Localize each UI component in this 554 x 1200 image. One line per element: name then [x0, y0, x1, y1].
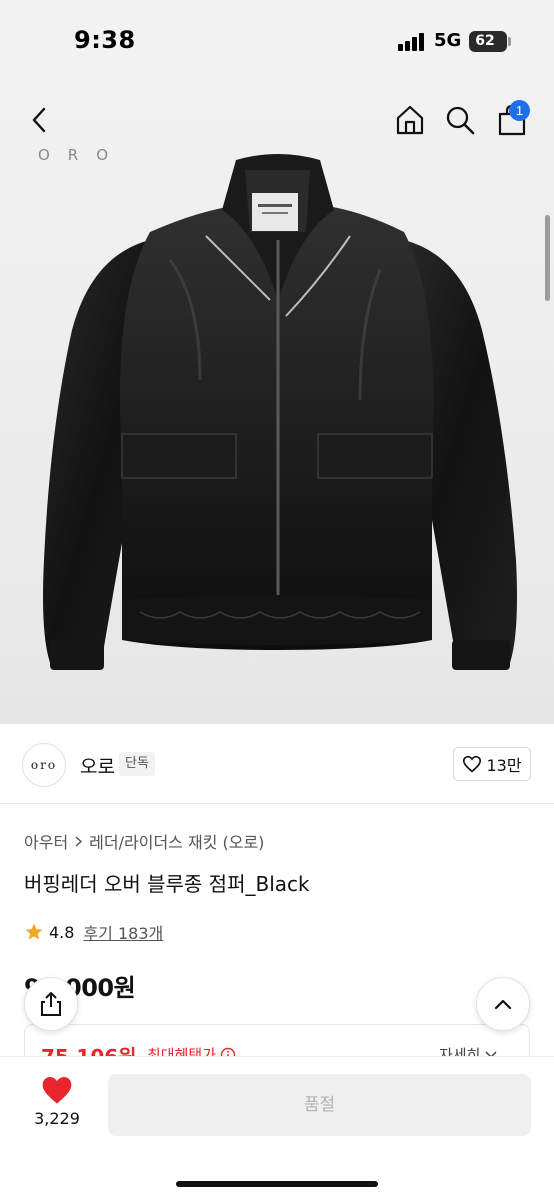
signal-icon: [398, 33, 426, 51]
image-scrollbar[interactable]: [545, 215, 550, 301]
heart-outline-icon: [463, 755, 482, 773]
brand-row: oro 오로 단독 13만: [0, 724, 554, 804]
rating-score: 4.8: [49, 922, 75, 942]
sold-out-button[interactable]: 품절: [108, 1074, 531, 1136]
exclusive-badge: 단독: [119, 752, 155, 776]
jacket-illustration: [43, 154, 517, 670]
scroll-top-button[interactable]: [476, 977, 530, 1031]
chevron-up-icon: [494, 999, 512, 1010]
rating-row: 4.8 후기 183개: [24, 920, 163, 944]
battery-level: 62: [475, 33, 495, 49]
share-button[interactable]: [24, 977, 78, 1031]
brand-logo[interactable]: oro: [22, 743, 66, 787]
breadcrumb-subcategory[interactable]: 레더/라이더스 재킷 (오로): [89, 829, 264, 853]
home-indicator: [176, 1181, 378, 1187]
status-bar: 9:38 5G 62: [0, 0, 554, 84]
back-button[interactable]: [18, 98, 62, 142]
network-label: 5G: [434, 30, 462, 51]
chevron-right-icon: [75, 835, 83, 847]
battery-cap: [508, 37, 511, 46]
heart-filled-icon[interactable]: [40, 1075, 74, 1105]
chevron-left-icon: [32, 107, 46, 133]
cart-badge: 1: [509, 100, 530, 121]
bottom-action-bar: 3,229 품절: [0, 1056, 554, 1200]
reviews-link[interactable]: 후기 183개: [83, 920, 163, 944]
home-button[interactable]: [388, 98, 432, 142]
product-like-count: 3,229: [34, 1109, 80, 1128]
brand-name[interactable]: 오로: [80, 752, 115, 779]
breadcrumb: 아우터 레더/라이더스 재킷 (오로): [24, 829, 264, 853]
star-icon: [25, 923, 43, 940]
product-image[interactable]: ORO: [0, 84, 554, 724]
product-title: 버핑레더 오버 블루종 점퍼_Black: [24, 872, 310, 896]
brand-like-count: 13만: [486, 756, 522, 775]
status-time: 9:38: [74, 26, 136, 54]
search-button[interactable]: [438, 98, 482, 142]
battery-icon: 62: [469, 31, 507, 52]
share-icon: [41, 992, 61, 1016]
search-icon: [446, 106, 475, 135]
breadcrumb-category[interactable]: 아우터: [24, 829, 68, 853]
brand-like-button[interactable]: 13만: [453, 747, 531, 781]
home-icon: [396, 105, 424, 135]
